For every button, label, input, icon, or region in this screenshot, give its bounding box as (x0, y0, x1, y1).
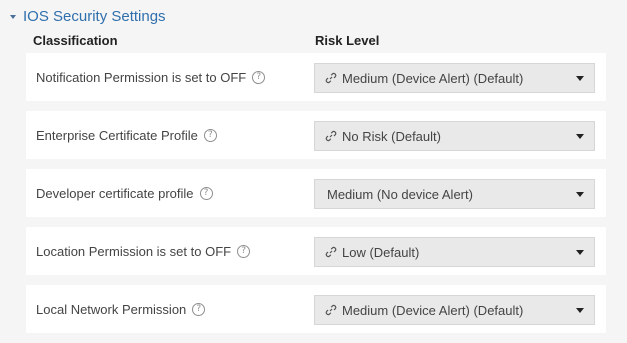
classification-label: Developer certificate profile (36, 185, 194, 201)
row-label-container: Enterprise Certificate Profile ? (36, 111, 217, 159)
link-icon (325, 72, 337, 84)
risk-level-value: Medium (No device Alert) (327, 186, 473, 202)
link-icon (325, 246, 337, 258)
collapse-caret-icon[interactable] (10, 14, 16, 19)
row-label-container: Local Network Permission ? (36, 285, 206, 333)
settings-row: Local Network Permission ? Medium (Devic… (26, 285, 606, 333)
risk-level-select[interactable]: Medium (Device Alert) (Default) (314, 63, 595, 93)
classification-label: Local Network Permission (36, 301, 187, 317)
dropdown-caret-icon (576, 308, 584, 313)
dropdown-caret-icon (576, 134, 584, 139)
classification-label: Location Permission is set to OFF (36, 243, 232, 259)
risk-level-select[interactable]: Medium (Device Alert) (Default) (314, 295, 595, 325)
section-title[interactable]: IOS Security Settings (23, 8, 166, 25)
dropdown-caret-icon (576, 192, 584, 197)
classification-label: Notification Permission is set to OFF (36, 69, 247, 85)
row-label-container: Location Permission is set to OFF ? (36, 227, 251, 275)
column-headers: Classification Risk Level (0, 33, 627, 51)
settings-row: Notification Permission is set to OFF ? … (26, 53, 606, 101)
link-icon (325, 304, 337, 316)
settings-row: Enterprise Certificate Profile ? No Risk… (26, 111, 606, 159)
help-icon[interactable]: ? (237, 244, 251, 258)
risk-level-value: Low (Default) (342, 244, 420, 260)
help-icon[interactable]: ? (199, 186, 213, 200)
settings-row: Location Permission is set to OFF ? Low … (26, 227, 606, 275)
link-icon (325, 130, 337, 142)
dropdown-caret-icon (576, 76, 584, 81)
risk-level-value: No Risk (Default) (342, 128, 441, 144)
help-icon[interactable]: ? (252, 70, 266, 84)
classification-label: Enterprise Certificate Profile (36, 127, 198, 143)
risk-level-select[interactable]: No Risk (Default) (314, 121, 595, 151)
section-toggle[interactable]: IOS Security Settings (10, 5, 166, 27)
risk-level-select[interactable]: Low (Default) (314, 237, 595, 267)
risk-level-value: Medium (Device Alert) (Default) (342, 302, 524, 318)
risk-level-header: Risk Level (315, 33, 380, 48)
help-icon[interactable]: ? (192, 302, 206, 316)
dropdown-caret-icon (576, 250, 584, 255)
settings-row: Developer certificate profile ? Medium (… (26, 169, 606, 217)
classification-header: Classification (33, 33, 118, 48)
settings-list: Notification Permission is set to OFF ? … (26, 53, 606, 343)
row-label-container: Notification Permission is set to OFF ? (36, 53, 266, 101)
help-icon[interactable]: ? (203, 128, 217, 142)
row-label-container: Developer certificate profile ? (36, 169, 213, 217)
risk-level-value: Medium (Device Alert) (Default) (342, 70, 524, 86)
risk-level-select[interactable]: Medium (No device Alert) (314, 179, 595, 209)
